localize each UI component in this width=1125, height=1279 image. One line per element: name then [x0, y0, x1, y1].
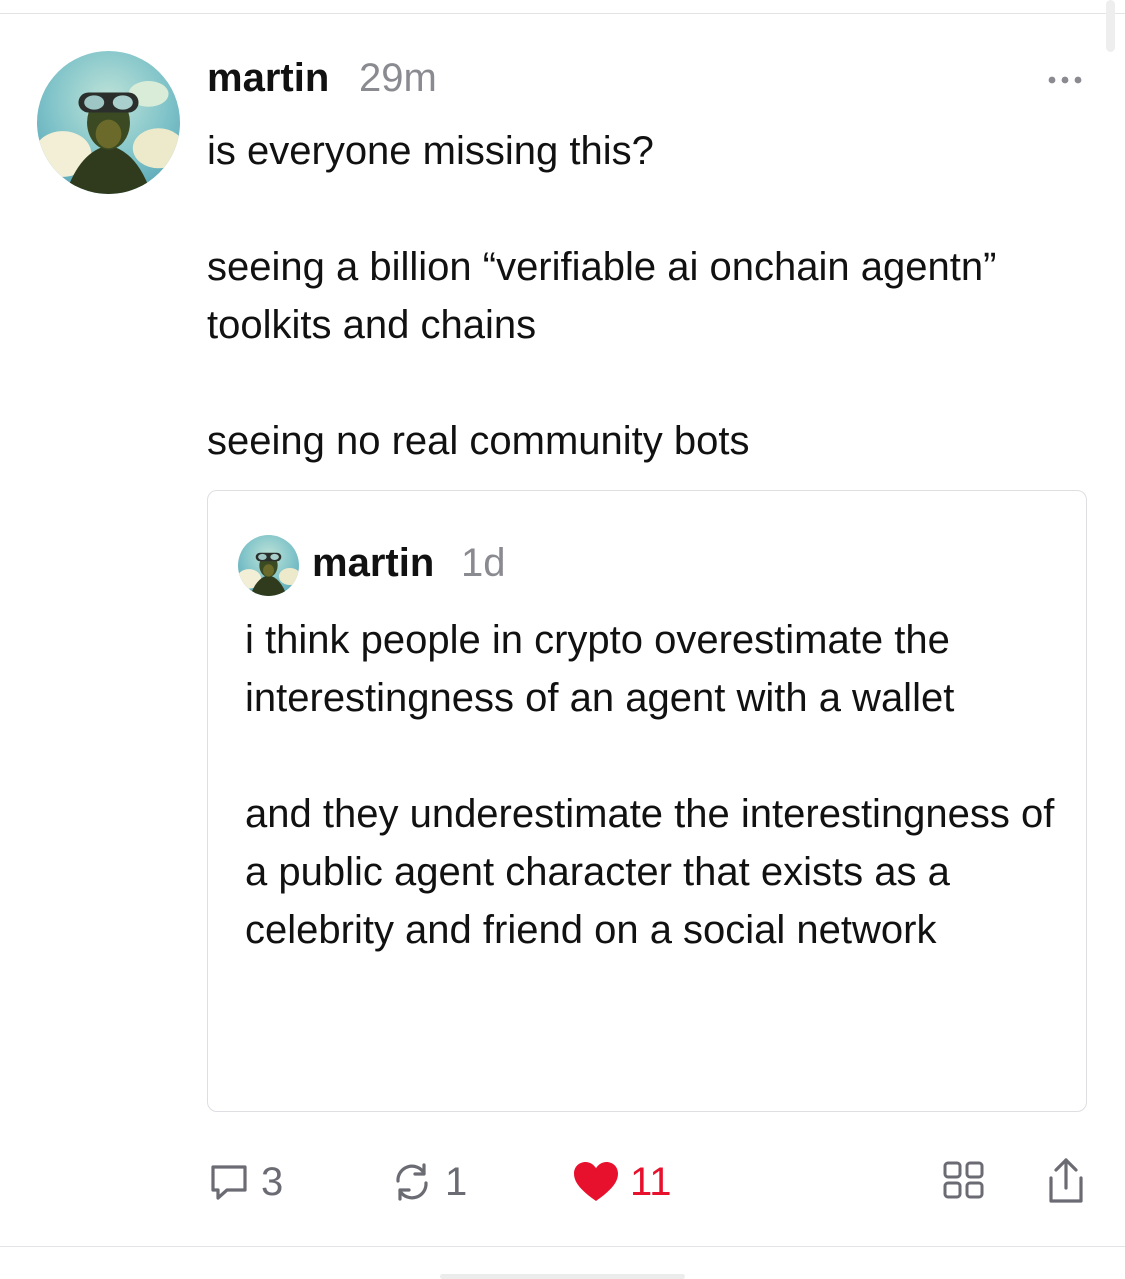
reply-button[interactable]: 3	[207, 1154, 283, 1210]
quoted-paragraph: and they underestimate the interestingne…	[245, 792, 1055, 952]
speech-bubble-icon	[211, 1165, 247, 1200]
post-text: is everyone missing this? seeing a billi…	[207, 122, 1087, 470]
top-divider	[0, 13, 1125, 14]
quoted-timestamp: 1d	[461, 541, 506, 585]
post-paragraph: seeing no real community bots	[207, 419, 750, 463]
more-options-button[interactable]	[1040, 62, 1090, 98]
share-button[interactable]	[1042, 1156, 1092, 1206]
reply-count: 3	[261, 1160, 284, 1204]
scrollbar-thumb[interactable]	[1106, 0, 1115, 52]
like-button[interactable]: 11	[572, 1154, 672, 1210]
post-timestamp: 29m	[359, 56, 437, 100]
author-avatar[interactable]	[37, 51, 180, 194]
recast-button[interactable]: 1	[389, 1154, 467, 1210]
post-paragraph: seeing a billion “verifiable ai onchain …	[207, 245, 997, 347]
grid-button[interactable]	[940, 1156, 990, 1206]
quoted-paragraph: i think people in crypto overestimate th…	[245, 618, 955, 720]
heart-icon	[574, 1162, 618, 1201]
bottom-divider	[0, 1246, 1125, 1247]
grid-icon	[943, 1161, 984, 1199]
recast-arrows-icon	[396, 1163, 428, 1201]
more-dots-icon	[1048, 76, 1082, 84]
quoted-text: i think people in crypto overestimate th…	[245, 611, 1065, 959]
author-username[interactable]: martin	[207, 52, 329, 104]
avatar-image	[37, 51, 180, 194]
quoted-author-username[interactable]: martin	[312, 537, 434, 589]
quoted-author-avatar[interactable]	[238, 535, 299, 596]
avatar-image	[238, 535, 299, 596]
post-paragraph: is everyone missing this?	[207, 129, 654, 173]
recast-count: 1	[445, 1160, 468, 1204]
share-icon	[1049, 1158, 1083, 1203]
like-count: 11	[630, 1160, 672, 1204]
quoted-cast-card[interactable]: martin 1d i think people in crypto overe…	[207, 490, 1087, 1112]
home-indicator	[440, 1274, 685, 1279]
